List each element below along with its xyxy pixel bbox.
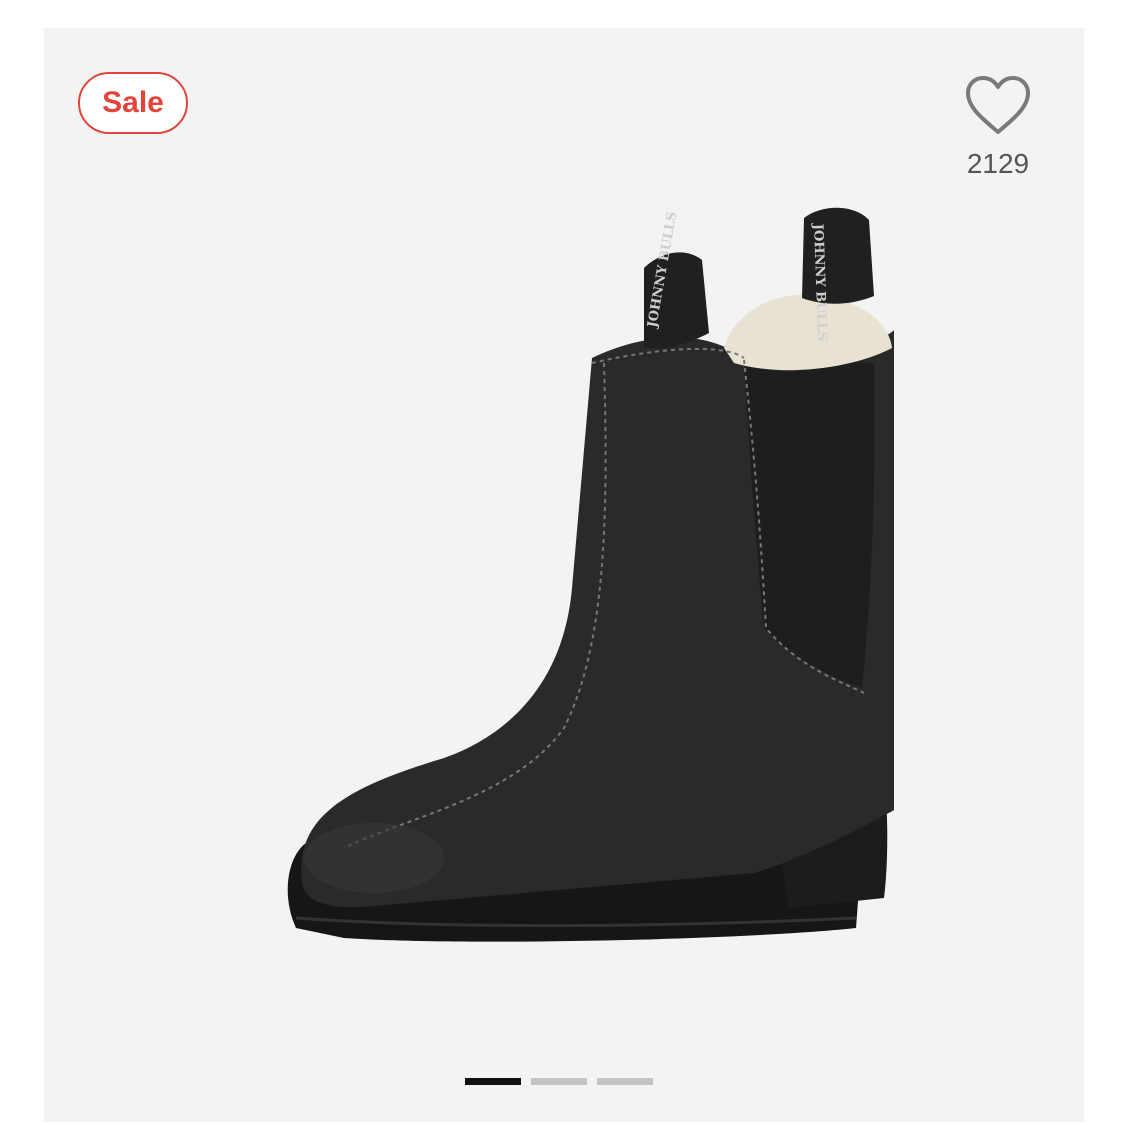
product-card: Sale 2129 JOHNNY BULLS JOHNNY BULLS bbox=[44, 28, 1084, 1122]
sale-badge-label: Sale bbox=[102, 86, 164, 119]
carousel-dot-3[interactable] bbox=[597, 1078, 653, 1085]
carousel-dot-1[interactable] bbox=[465, 1078, 521, 1085]
product-image[interactable]: JOHNNY BULLS JOHNNY BULLS bbox=[234, 178, 894, 958]
sale-badge: Sale bbox=[78, 72, 188, 134]
carousel-indicator bbox=[465, 1078, 653, 1085]
heart-outline-icon[interactable] bbox=[964, 74, 1032, 136]
favorite-count: 2129 bbox=[966, 148, 1030, 179]
favorite-button[interactable]: 2129 bbox=[958, 74, 1038, 180]
carousel-dot-2[interactable] bbox=[531, 1078, 587, 1085]
